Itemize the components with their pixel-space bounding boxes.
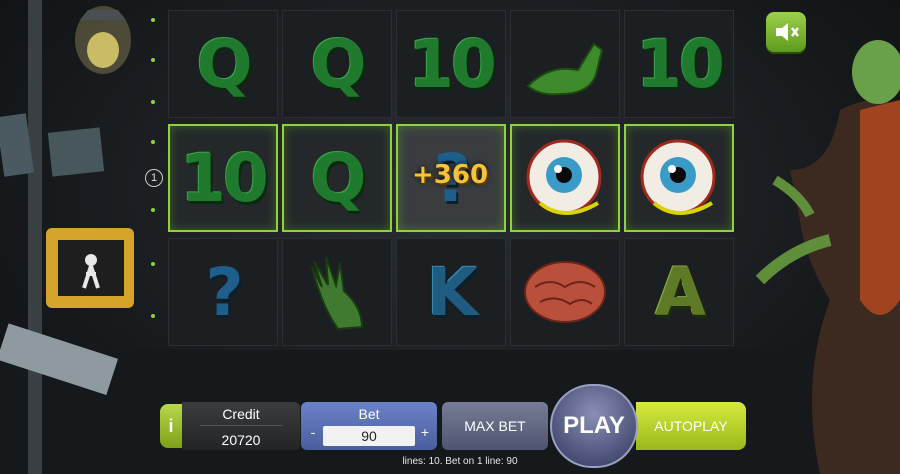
tongue-icon <box>526 42 604 96</box>
zombie-hand-icon <box>311 256 364 331</box>
payline-dot <box>151 262 155 266</box>
reel-symbol-a: A <box>624 238 734 346</box>
reel-symbol-eyeball-win <box>510 124 620 232</box>
reel-symbol-eyeball-win <box>624 124 734 232</box>
eyeball-icon <box>526 139 602 215</box>
payline-dot <box>151 58 155 62</box>
autoplay-button[interactable]: AUTOPLAY <box>636 402 746 450</box>
reel-symbol-10-win: 10 <box>168 124 278 232</box>
brain-icon <box>524 261 606 323</box>
payline-number-marker: 1 <box>145 169 163 187</box>
bet-control: Bet - 90 + <box>301 402 437 450</box>
max-bet-button[interactable]: MAX BET <box>442 402 548 450</box>
reel-symbol-k: K <box>396 238 506 346</box>
reel-symbol-brain <box>510 238 620 346</box>
bet-label: Bet <box>358 406 380 422</box>
payline-dot <box>151 314 155 318</box>
reel-symbol-hand <box>282 238 392 346</box>
eyeball-icon <box>640 139 716 215</box>
reel-symbol-q: Q <box>282 10 392 118</box>
reel-symbol-question: ? <box>168 238 278 346</box>
credit-label: Credit <box>222 406 260 422</box>
credit-divider <box>200 425 282 426</box>
win-amount-label: +360 <box>412 160 489 190</box>
credit-value: 20720 <box>221 432 261 448</box>
reel-symbol-q: Q <box>168 10 278 118</box>
bet-value: 90 <box>323 426 415 446</box>
reel-symbol-10: 10 <box>396 10 506 118</box>
speaker-muted-icon <box>776 23 799 41</box>
bet-increase-button[interactable]: + <box>417 424 433 440</box>
payline-dot <box>151 208 155 212</box>
payline-dot <box>151 140 155 144</box>
reel-symbol-tongue <box>510 10 620 118</box>
reel-symbol-q-win: Q <box>282 124 392 232</box>
reel-symbol-10: 10 <box>624 10 734 118</box>
bet-decrease-button[interactable]: - <box>305 424 321 440</box>
lines-info-text: lines: 10. Bet on 1 line: 90 <box>402 456 518 467</box>
payline-dot <box>151 100 155 104</box>
payline-dot <box>151 18 155 22</box>
mute-button[interactable] <box>766 12 806 52</box>
credit-display: Credit 20720 <box>182 402 300 450</box>
info-button[interactable]: i <box>160 404 182 448</box>
